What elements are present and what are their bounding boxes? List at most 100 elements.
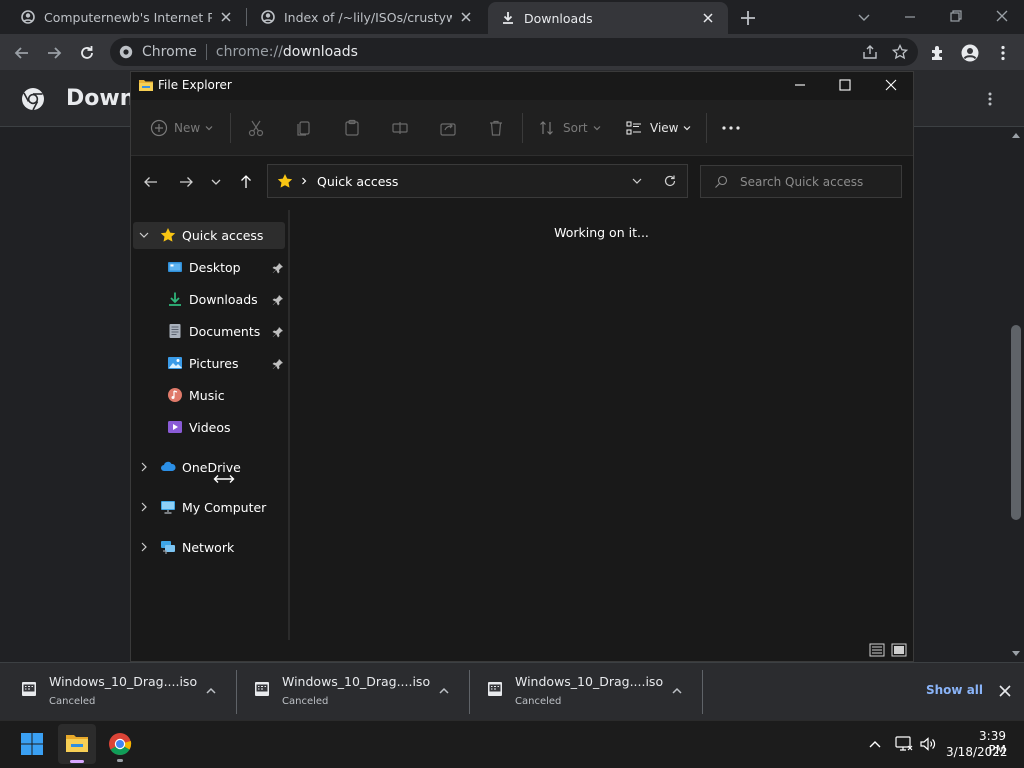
- shelf-separator: [702, 670, 703, 714]
- cut-button[interactable]: [247, 119, 265, 137]
- pin-icon[interactable]: [272, 262, 284, 274]
- profile-button[interactable]: [961, 44, 979, 62]
- scroll-up-arrow-icon[interactable]: [1011, 131, 1021, 139]
- chrome-logo-icon: [109, 733, 132, 755]
- nav-item-documents[interactable]: Documents: [167, 318, 260, 344]
- scroll-down-arrow-icon[interactable]: [1011, 650, 1021, 658]
- tab-search-button[interactable]: [856, 9, 872, 25]
- view-list-icon: [626, 120, 642, 136]
- tab-index-isos[interactable]: Index of /~lily/ISOs/crustywindo: [250, 0, 484, 34]
- avatar-icon: [961, 44, 979, 62]
- close-window-button[interactable]: [994, 8, 1010, 24]
- paste-button[interactable]: [343, 119, 361, 137]
- share-button[interactable]: [439, 119, 457, 137]
- up-button[interactable]: [238, 174, 254, 190]
- close-shelf-button[interactable]: [998, 684, 1012, 698]
- address-history-chevron-icon[interactable]: [631, 175, 643, 187]
- chevron-down-icon: [592, 123, 602, 133]
- volume-icon[interactable]: [919, 736, 937, 752]
- chevron-up-icon[interactable]: [670, 684, 684, 698]
- nav-item-downloads[interactable]: Downloads: [167, 286, 258, 312]
- documents-folder-icon: [167, 323, 183, 339]
- arrow-left-icon: [14, 47, 28, 59]
- share-icon[interactable]: [862, 44, 878, 60]
- chevron-down-icon[interactable]: [138, 229, 150, 241]
- pane-splitter[interactable]: [288, 210, 290, 640]
- forward-button[interactable]: [45, 44, 63, 62]
- chevron-right-icon[interactable]: [138, 501, 150, 513]
- chevron-right-icon[interactable]: [138, 461, 150, 473]
- copy-button[interactable]: [295, 119, 313, 137]
- explorer-forward-button[interactable]: [178, 174, 194, 190]
- nav-label: Music: [189, 387, 225, 403]
- chrome-menu-button[interactable]: [994, 44, 1012, 62]
- chevron-up-icon[interactable]: [204, 684, 218, 698]
- back-button[interactable]: [13, 44, 31, 62]
- nav-item-music[interactable]: Music: [167, 382, 225, 408]
- delete-button[interactable]: [487, 119, 505, 137]
- refresh-icon[interactable]: [663, 174, 677, 188]
- rename-button[interactable]: [391, 119, 409, 137]
- sort-button[interactable]: Sort: [539, 119, 602, 137]
- pin-icon[interactable]: [272, 326, 284, 338]
- explorer-close-button[interactable]: [884, 78, 898, 92]
- network-icon: [160, 539, 176, 555]
- desktop-folder-icon: [167, 259, 183, 275]
- new-tab-button[interactable]: [739, 9, 757, 27]
- close-tab-icon[interactable]: [458, 9, 474, 25]
- tab-title: Computernewb's Internet Pub H: [44, 9, 212, 25]
- address-location: Quick access: [317, 173, 399, 189]
- nav-item-pictures[interactable]: Pictures: [167, 350, 239, 376]
- show-hidden-icons-button[interactable]: [868, 738, 882, 750]
- view-button[interactable]: View: [626, 119, 692, 137]
- nav-item-quick-access[interactable]: Quick access: [138, 222, 263, 248]
- search-box[interactable]: Search Quick access: [700, 165, 902, 198]
- minimize-button[interactable]: [902, 9, 918, 25]
- restore-button[interactable]: [948, 8, 964, 24]
- loading-status: Working on it...: [554, 225, 649, 240]
- download-item[interactable]: Windows_10_Drag....iso Canceled: [466, 662, 699, 720]
- file-explorer-app-icon: [138, 77, 154, 93]
- tab-downloads[interactable]: Downloads: [488, 2, 728, 34]
- tab-title: Downloads: [524, 10, 593, 26]
- omnibox[interactable]: Chrome chrome:// downloads: [110, 38, 918, 66]
- see-more-button[interactable]: [721, 120, 741, 136]
- star-bookmark-icon[interactable]: [892, 44, 908, 60]
- chevron-right-icon[interactable]: [138, 541, 150, 553]
- arrow-right-icon: [180, 177, 193, 187]
- nav-item-my-computer[interactable]: My Computer: [138, 494, 266, 520]
- explorer-back-button[interactable]: [143, 174, 159, 190]
- more-dots-icon: [722, 126, 740, 130]
- tiles-view-toggle[interactable]: [891, 643, 907, 657]
- scrollbar-thumb[interactable]: [1011, 325, 1021, 520]
- nav-item-network[interactable]: Network: [138, 534, 234, 560]
- taskbar-file-explorer[interactable]: [58, 724, 96, 764]
- download-item[interactable]: Windows_10_Drag....iso Canceled: [0, 662, 233, 720]
- nav-item-desktop[interactable]: Desktop: [167, 254, 241, 280]
- new-button-label: New: [174, 121, 201, 135]
- arrow-left-icon: [144, 177, 157, 187]
- chevron-up-icon[interactable]: [437, 684, 451, 698]
- explorer-minimize-button[interactable]: [793, 78, 807, 92]
- network-status-icon[interactable]: [895, 736, 913, 752]
- pin-icon[interactable]: [272, 294, 284, 306]
- recent-locations-button[interactable]: [210, 176, 222, 188]
- downloads-menu-button[interactable]: [981, 90, 999, 108]
- taskbar-chrome[interactable]: [108, 732, 132, 762]
- minimize-icon: [905, 16, 915, 18]
- address-bar[interactable]: Quick access: [267, 164, 688, 198]
- nav-item-videos[interactable]: Videos: [167, 414, 231, 440]
- start-button[interactable]: [20, 732, 44, 756]
- extensions-button[interactable]: [929, 44, 947, 62]
- reload-button[interactable]: [78, 44, 96, 62]
- new-button[interactable]: New: [150, 119, 214, 137]
- details-view-toggle[interactable]: [869, 643, 885, 657]
- explorer-maximize-button[interactable]: [838, 78, 852, 92]
- download-item[interactable]: Windows_10_Drag....iso Canceled: [233, 662, 466, 720]
- tab-computernewb[interactable]: Computernewb's Internet Pub H: [10, 0, 244, 34]
- close-tab-icon[interactable]: [700, 10, 716, 26]
- close-tab-icon[interactable]: [218, 9, 234, 25]
- clock-date[interactable]: 3/18/2022: [946, 745, 1008, 759]
- show-all-link[interactable]: Show all: [926, 683, 983, 697]
- pin-icon[interactable]: [272, 358, 284, 370]
